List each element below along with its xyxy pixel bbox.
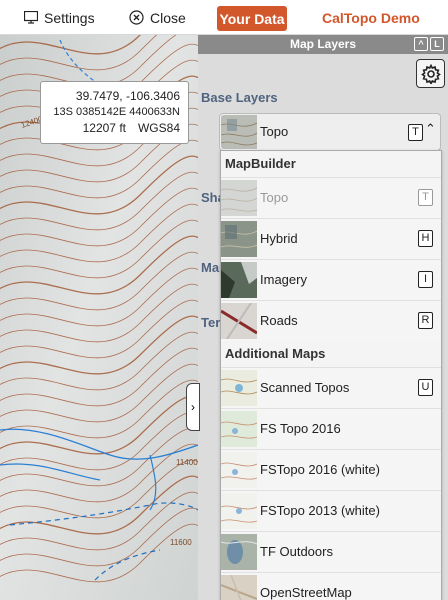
fs-topo-thumbnail [221, 411, 257, 447]
chevron-up-icon: ⌃ [425, 121, 436, 136]
caltopo-demo-link[interactable]: CalTopo Demo [322, 0, 420, 35]
datum-readout: WGS84 [137, 121, 180, 135]
fstopo-white-thumbnail [221, 452, 257, 488]
item-label: FS Topo 2016 [260, 421, 341, 436]
base-layer-dropdown: MapBuilder Topo T Hybrid H Imagery I Roa… [220, 150, 442, 600]
item-label: FSTopo 2013 (white) [260, 503, 380, 518]
partial-heading-3: Ter [201, 315, 221, 330]
close-label: Close [150, 9, 186, 26]
monitor-icon [24, 11, 38, 24]
topo-thumbnail [221, 180, 257, 216]
additional-maps-heading: Additional Maps [225, 346, 326, 361]
topo-thumbnail [221, 115, 257, 149]
panel-title: Map Layers [289, 37, 357, 51]
panel-header: Map Layers ^ L [198, 35, 448, 54]
dropdown-item-imagery[interactable]: Imagery I [221, 259, 441, 300]
base-layers-heading: Base Layers [201, 90, 278, 105]
elevation-readout: 12207 ft [82, 121, 126, 135]
selected-base-key: T [408, 124, 423, 141]
item-label: Imagery [260, 272, 307, 287]
item-key: T [418, 189, 433, 206]
roads-thumbnail [221, 303, 257, 339]
layer-settings-button[interactable] [416, 59, 445, 88]
fstopo-2013-thumbnail [221, 493, 257, 529]
map-view[interactable]: 12400 11400 11600 39.7479, -106.3406 13S… [0, 35, 198, 600]
collapse-up-button[interactable]: ^ [414, 37, 428, 51]
dropdown-item-tf-outdoors[interactable]: TF Outdoors [221, 531, 441, 572]
item-label: TF Outdoors [260, 544, 333, 559]
close-button[interactable]: Close [129, 0, 186, 35]
dropdown-item-openstreetmap[interactable]: OpenStreetMap [221, 572, 441, 600]
item-key: R [418, 312, 433, 329]
contour-label-11600: 11600 [170, 538, 192, 547]
dropdown-item-fstopo-2013-white[interactable]: FSTopo 2013 (white) [221, 490, 441, 531]
item-label: Hybrid [260, 231, 298, 246]
layout-button[interactable]: L [430, 37, 444, 51]
utm-readout: 13S 0385142E 4400633N [53, 106, 180, 118]
dropdown-item-fs-topo-2016[interactable]: FS Topo 2016 [221, 408, 441, 449]
openstreetmap-thumbnail [221, 575, 257, 600]
item-label: Roads [260, 313, 298, 328]
dropdown-item-scanned-topos[interactable]: Scanned Topos U [221, 367, 441, 408]
item-key: U [418, 379, 433, 396]
your-data-button[interactable]: Your Data [217, 6, 287, 31]
gear-icon [420, 63, 441, 84]
mapbuilder-heading: MapBuilder [225, 156, 296, 171]
settings-label: Settings [44, 9, 95, 26]
dropdown-item-topo[interactable]: Topo T [221, 177, 441, 218]
item-label: Topo [260, 190, 289, 205]
item-label: Scanned Topos [260, 380, 350, 395]
coordinate-readout: 39.7479, -106.3406 13S 0385142E 4400633N… [40, 81, 189, 144]
item-key: I [418, 271, 433, 288]
item-label: FSTopo 2016 (white) [260, 462, 380, 477]
hybrid-thumbnail [221, 221, 257, 257]
dropdown-item-roads[interactable]: Roads R [221, 300, 441, 341]
selected-base-label: Topo [260, 124, 289, 139]
tf-outdoors-thumbnail [221, 534, 257, 570]
item-label: OpenStreetMap [260, 585, 352, 600]
close-circle-icon [129, 10, 144, 25]
settings-button[interactable]: Settings [24, 0, 95, 35]
item-key: H [418, 230, 433, 247]
panel-toggle-button[interactable]: › [186, 383, 200, 431]
chevron-right-icon: › [191, 400, 195, 414]
contour-label-11400: 11400 [176, 458, 198, 467]
base-layer-select[interactable]: Topo T ⌃ [219, 113, 441, 151]
dropdown-item-hybrid[interactable]: Hybrid H [221, 218, 441, 259]
scanned-topos-thumbnail [221, 370, 257, 406]
latlon-readout: 39.7479, -106.3406 [75, 89, 180, 103]
dropdown-item-fstopo-2016-white[interactable]: FSTopo 2016 (white) [221, 449, 441, 490]
top-toolbar: Settings Close Your Data CalTopo Demo [0, 0, 448, 35]
imagery-thumbnail [221, 262, 257, 298]
